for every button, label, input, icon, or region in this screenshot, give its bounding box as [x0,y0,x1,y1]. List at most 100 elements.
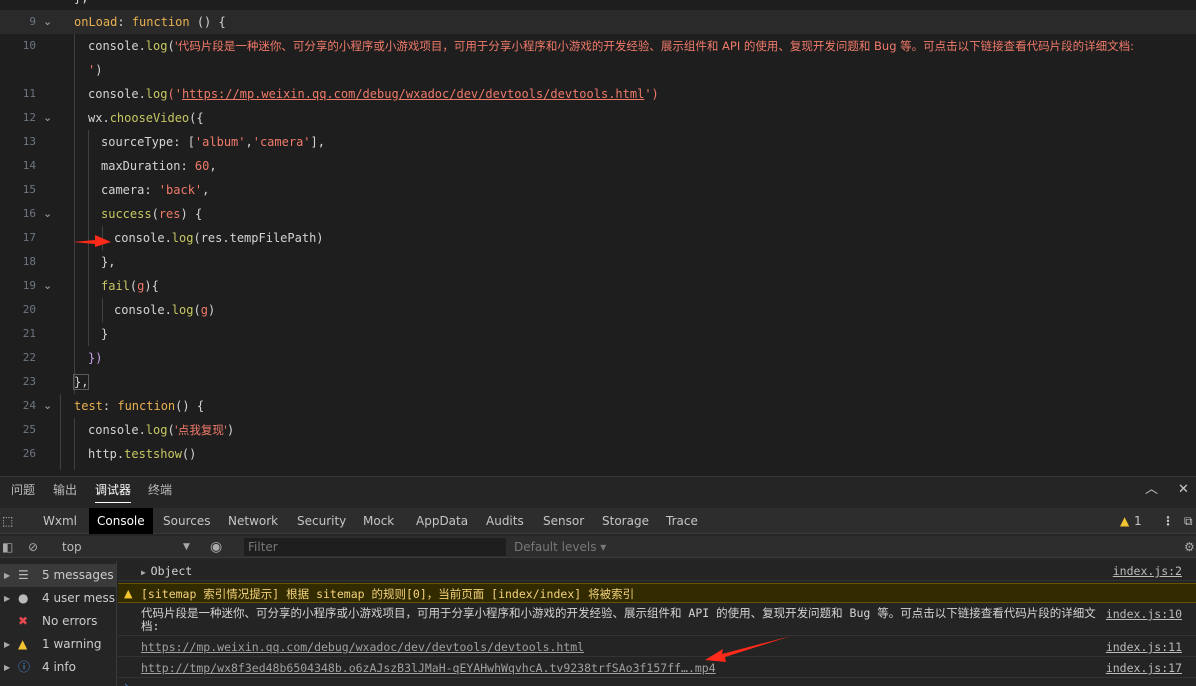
code-line[interactable]: 12 ⌄ wx.chooseVideo({ [0,106,1196,130]
console-url-link[interactable]: https://mp.weixin.qq.com/debug/wxadoc/de… [141,637,584,657]
sidebar-item-errors[interactable]: ✖ No errors [0,610,116,633]
tab-output[interactable]: 输出 [53,477,77,503]
console-message: 代码片段是一种迷你、可分享的小程序或小游戏项目，可用于分享小程序和小游戏的开发经… [141,606,1096,633]
sidebar-item-messages[interactable]: ▶ ☰ 5 messages [0,564,116,587]
tab-network[interactable]: Network [220,508,286,534]
filter-input[interactable] [244,538,506,556]
tab-storage[interactable]: Storage [594,508,657,534]
code-line[interactable]: 26 http.testshow() [0,442,1196,466]
code-line[interactable]: 24 ⌄ test: function() { [0,394,1196,418]
console-prompt[interactable]: › [124,679,128,686]
warning-icon[interactable]: ▲ [1120,508,1129,534]
source-link[interactable]: index.js:17 [1106,658,1182,678]
line-number: 26 [22,447,36,460]
code-line[interactable]: 17 console.log(res.tempFilePath) [0,226,1196,250]
caret-right-icon: ▶ [4,594,11,603]
code-line[interactable]: 20 console.log(g) [0,298,1196,322]
console-row[interactable]: 代码片段是一种迷你、可分享的小程序或小游戏项目，可用于分享小程序和小游戏的开发经… [118,604,1196,636]
line-number: 24 [22,399,36,412]
console-sidebar: ▶ ☰ 5 messages ▶ ● 4 user mess... ✖ No e… [0,561,117,686]
tab-console[interactable]: Console [89,508,153,534]
line-number: 11 [22,87,36,100]
console-row[interactable]: https://mp.weixin.qq.com/debug/wxadoc/de… [118,637,1196,657]
code-line[interactable]: 25 console.log('点我复现') [0,418,1196,442]
line-number: 13 [22,135,36,148]
sidebar-item-user-messages[interactable]: ▶ ● 4 user mess... [0,587,116,610]
tab-wxml[interactable]: Wxml [35,508,85,534]
close-icon[interactable]: ✕ [1178,477,1189,503]
chevron-up-icon[interactable]: ︿ [1145,477,1158,503]
tab-debugger[interactable]: 调试器 [95,477,132,503]
code-line[interactable]: 15 camera: 'back', [0,178,1196,202]
error-icon: ✖ [18,614,29,628]
line-number: 23 [22,375,36,388]
console-row-warning[interactable]: ▲ [sitemap 索引情况提示] 根据 sitemap 的规则[0]，当前页… [118,583,1196,603]
console-row[interactable]: http://tmp/wx8f3ed48b6504348b.o6zAJszB3l… [118,658,1196,678]
line-number: 18 [22,255,36,268]
code-line[interactable]: 22 }) [0,346,1196,370]
code-line[interactable]: 18 }, [0,250,1196,274]
tab-sources[interactable]: Sources [155,508,218,534]
code-text: onLoad: function () { [74,15,226,29]
tab-terminal[interactable]: 终端 [148,477,172,503]
code-line[interactable]: }, [0,0,1196,10]
source-link[interactable]: index.js:10 [1106,604,1182,624]
sidebar-toggle-icon[interactable]: ◧ [2,536,13,558]
warning-count[interactable]: 1 [1134,508,1142,534]
code-line[interactable]: 23 }, [0,370,1196,394]
line-number: 20 [22,303,36,316]
console-output[interactable]: ▶ Object index.js:2 ▲ [sitemap 索引情况提示] 根… [118,561,1196,686]
bottom-panel: 问题 输出 调试器 终端 ︿ ✕ ⬚ Wxml Console Sources … [0,476,1196,686]
source-link[interactable]: index.js:2 [1113,561,1182,581]
tab-audits[interactable]: Audits [478,508,532,534]
code-text: wx.chooseVideo({ [88,111,204,125]
fold-chevron-icon[interactable]: ⌄ [43,274,52,298]
fold-chevron-icon[interactable]: ⌄ [43,106,52,130]
settings-gear-icon[interactable]: ⚙ [1184,536,1195,558]
code-url-link[interactable]: https://mp.weixin.qq.com/debug/wxadoc/de… [182,87,644,101]
console-row[interactable]: ▶ Object index.js:2 [118,561,1196,581]
warning-icon: ▲ [124,587,133,600]
tab-security[interactable]: Security [289,508,354,534]
tab-sensor[interactable]: Sensor [535,508,592,534]
line-number: 17 [22,231,36,244]
code-editor[interactable]: }, 9 ⌄ onLoad: function () { 10 console.… [0,0,1196,470]
more-options-icon[interactable]: ⋮ [1162,508,1174,534]
code-line[interactable]: 19 ⌄ fail(g){ [0,274,1196,298]
fold-chevron-icon[interactable]: ⌄ [43,394,52,418]
console-message: ▶ Object [141,564,193,578]
inspect-icon[interactable]: ⬚ [2,508,13,534]
code-line[interactable]: 16 ⌄ success(res) { [0,202,1196,226]
code-line[interactable]: 10 console.log('代码片段是一种迷你、可分享的小程序或小游戏项目，… [0,34,1196,58]
clear-console-icon[interactable]: ⊘ [28,536,38,558]
tab-problems[interactable]: 问题 [11,477,35,503]
log-levels-dropdown[interactable]: Default levels ▾ [514,536,606,558]
fold-chevron-icon[interactable]: ⌄ [43,202,52,226]
code-text: sourceType: ['album','camera'], [101,135,325,149]
code-text: test: function() { [74,399,205,413]
console-url-link[interactable]: http://tmp/wx8f3ed48b6504348b.o6zAJszB3l… [141,658,716,678]
tab-trace[interactable]: Trace [658,508,706,534]
fold-chevron-icon[interactable]: ⌄ [43,10,52,34]
sidebar-item-warnings[interactable]: ▶ ▲ 1 warning [0,633,116,656]
code-line[interactable]: 13 sourceType: ['album','camera'], [0,130,1196,154]
dock-icon[interactable]: ⧉ [1184,508,1193,534]
eye-icon[interactable]: ◉ [210,536,222,558]
code-text: console.log(res.tempFilePath) [114,231,324,245]
sidebar-item-info[interactable]: ▶ ⓘ 4 info [0,656,116,679]
context-selector[interactable]: top [62,536,82,558]
code-line[interactable]: 11 console.log('https://mp.weixin.qq.com… [0,82,1196,106]
code-line[interactable]: 14 maxDuration: 60, [0,154,1196,178]
code-line-current[interactable]: 9 ⌄ onLoad: function () { [0,10,1196,34]
code-line[interactable]: 21 } [0,322,1196,346]
tab-appdata[interactable]: AppData [408,508,476,534]
source-link[interactable]: index.js:11 [1106,637,1182,657]
code-text: console.log('代码片段是一种迷你、可分享的小程序或小游戏项目，可用于… [88,39,1135,53]
dropdown-arrow-icon[interactable]: ▼ [183,536,190,558]
code-text: camera: 'back', [101,183,210,197]
tab-mock[interactable]: Mock [355,508,402,534]
caret-right-icon: ▶ [4,571,11,580]
code-line-wrapped[interactable]: ') [0,58,1196,82]
caret-right-icon: ▶ [4,663,11,672]
annotation-arrow [705,636,791,662]
